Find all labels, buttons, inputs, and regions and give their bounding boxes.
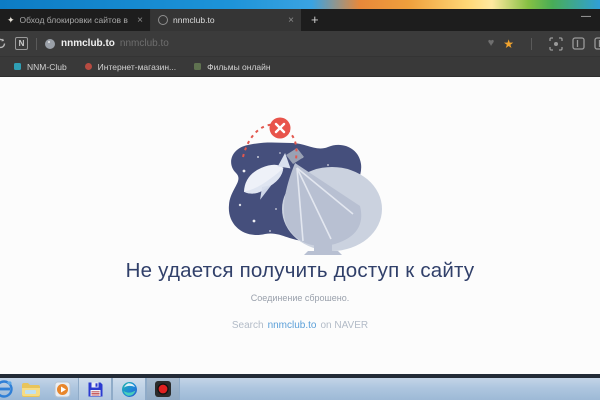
tab-bar: ✦ Обход блокировки сайтов в Р × nnmclub.… xyxy=(0,9,600,31)
globe-ring-favicon-icon xyxy=(158,15,168,25)
taskbar-media-player-icon[interactable] xyxy=(46,378,78,400)
divider xyxy=(36,38,37,50)
tab-blocked-sites[interactable]: ✦ Обход блокировки сайтов в Р × xyxy=(0,9,151,31)
toolbar-actions: ♥ ★ xyxy=(488,37,600,51)
url-suffix: nnmclub.to xyxy=(120,38,169,49)
bookmark-label: Интернет-магазин... xyxy=(98,62,176,72)
close-tab-icon[interactable]: × xyxy=(135,15,143,26)
error-illustration xyxy=(210,113,390,255)
search-query-link[interactable]: nnmclub.to xyxy=(268,320,317,331)
address-toolbar: N nnmclub.to nnmclub.to ♥ ★ xyxy=(0,31,600,57)
sidebar-panel2-icon[interactable] xyxy=(594,37,600,50)
error-subtitle: Соединение сброшено. xyxy=(0,293,600,303)
bookmark-favicon-icon xyxy=(194,63,201,70)
bookmark-internet-shop[interactable]: Интернет-магазин... xyxy=(85,62,176,72)
browser-window: ✦ Обход блокировки сайтов в Р × nnmclub.… xyxy=(0,9,600,374)
divider xyxy=(531,38,532,50)
desktop-wallpaper xyxy=(0,0,600,9)
error-page: Не удается получить доступ к сайту Соеди… xyxy=(0,77,600,374)
heart-scrap-icon[interactable]: ♥ xyxy=(488,38,495,49)
sparkle-favicon-icon: ✦ xyxy=(7,16,15,25)
search-prefix: Search xyxy=(232,320,264,331)
reload-icon[interactable] xyxy=(0,37,7,50)
bookmark-favicon-icon xyxy=(85,63,92,70)
tab-nnmclub[interactable]: nnmclub.to × xyxy=(151,9,301,31)
minimize-button[interactable]: — xyxy=(577,9,595,25)
bookmark-films-online[interactable]: Фильмы онлайн xyxy=(194,62,270,72)
sidebar-panel-icon[interactable] xyxy=(572,37,585,50)
taskbar-file-explorer-icon[interactable] xyxy=(14,378,46,400)
naver-n-badge-icon[interactable]: N xyxy=(15,37,28,50)
taskbar-save-app-icon[interactable] xyxy=(78,378,112,400)
tab-title: nnmclub.to xyxy=(173,15,281,25)
url-domain[interactable]: nnmclub.to xyxy=(61,38,115,49)
error-title: Не удается получить доступ к сайту xyxy=(0,259,600,283)
taskbar-screen-recorder-icon[interactable] xyxy=(146,378,180,400)
site-info-icon[interactable] xyxy=(45,39,55,49)
capture-viewfinder-icon[interactable] xyxy=(549,37,563,51)
new-tab-button[interactable]: + xyxy=(301,9,329,31)
bookmark-star-icon[interactable]: ★ xyxy=(503,38,514,50)
bookmarks-bar: NNM-Club Интернет-магазин... Фильмы онла… xyxy=(0,57,600,77)
bookmark-nnm-club[interactable]: NNM-Club xyxy=(14,62,67,72)
search-suggestion: Search nnmclub.toon NAVER xyxy=(0,320,600,331)
taskbar-whale-browser-icon[interactable] xyxy=(112,378,146,400)
bookmark-label: NNM-Club xyxy=(27,62,67,72)
tab-title: Обход блокировки сайтов в Р xyxy=(20,15,131,25)
taskbar-internet-explorer-icon[interactable] xyxy=(0,378,14,400)
taskbar xyxy=(0,378,600,400)
screen: ✦ Обход блокировки сайтов в Р × nnmclub.… xyxy=(0,0,600,400)
search-suffix: on NAVER xyxy=(320,320,368,331)
close-tab-icon[interactable]: × xyxy=(286,15,294,26)
bookmark-favicon-icon xyxy=(14,63,21,70)
bookmark-label: Фильмы онлайн xyxy=(207,62,270,72)
